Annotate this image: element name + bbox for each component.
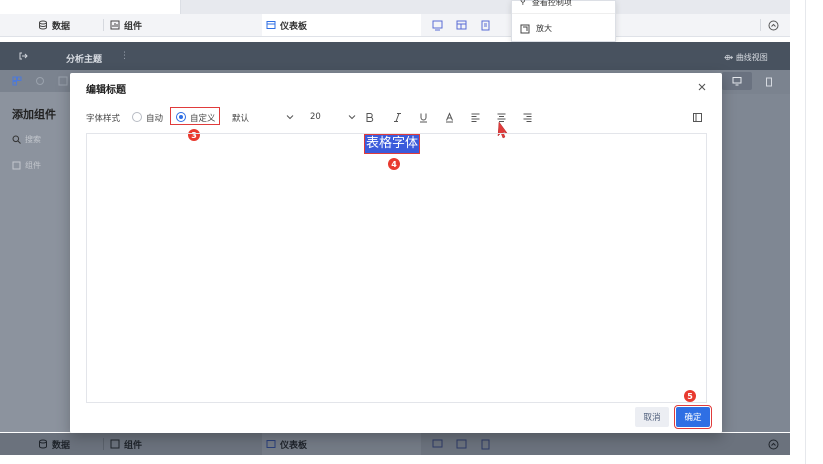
context-menu-item-zoom[interactable]: 放大	[520, 23, 552, 34]
font-style-label: 字体样式	[86, 114, 121, 124]
underline-icon[interactable]	[418, 112, 429, 123]
search-icon	[12, 135, 21, 144]
curve-view-icon: ⟴	[724, 53, 736, 62]
bottom-tab-bar: 数据 组件 仪表板	[0, 433, 790, 455]
font-size-value: 20	[310, 112, 321, 122]
tab-data[interactable]: 数据	[38, 433, 70, 455]
tab-component-label: 组件	[124, 21, 143, 32]
add-chart-icon[interactable]	[432, 439, 443, 450]
filter-icon[interactable]	[35, 76, 45, 86]
database-icon	[39, 20, 47, 30]
right-gutter	[790, 0, 805, 464]
add-chart-icon[interactable]	[432, 20, 443, 31]
dialog-title: 编辑标题	[86, 85, 126, 96]
collapse-up-icon[interactable]	[768, 20, 779, 31]
font-family-select[interactable]: 默认	[228, 109, 298, 125]
layout-panel-icon[interactable]	[692, 112, 703, 123]
step-5-marker: 5	[684, 390, 696, 402]
title-editor[interactable]	[86, 133, 707, 403]
add-report-icon[interactable]	[480, 439, 491, 450]
tab-component[interactable]: 组件	[110, 14, 142, 36]
dashboard-icon	[266, 21, 276, 29]
radio-custom[interactable]	[176, 112, 186, 122]
italic-icon[interactable]	[392, 112, 403, 123]
tab-data-label: 数据	[52, 21, 71, 32]
tab-divider	[103, 438, 104, 450]
confirm-button[interactable]: 确定	[674, 405, 712, 429]
align-left-icon[interactable]	[470, 112, 481, 123]
tab-dashboard-label: 仪表板	[280, 21, 308, 32]
dashboard-icon	[266, 440, 276, 448]
bold-icon[interactable]	[364, 112, 375, 123]
font-color-icon[interactable]	[444, 112, 455, 123]
component-icon	[110, 439, 120, 449]
radio-auto[interactable]	[132, 112, 142, 122]
title-text-selected[interactable]: 表格字体	[363, 134, 421, 154]
right-panel-strip	[720, 70, 790, 94]
close-icon[interactable]	[696, 81, 708, 93]
tab-dashboard[interactable]: 仪表板	[262, 14, 421, 36]
left-panel: 添加组件 搜索 组件	[0, 92, 70, 432]
monitor-icon	[732, 77, 742, 86]
tab-divider	[103, 19, 104, 31]
search-input[interactable]: 搜索	[12, 134, 41, 145]
component-item[interactable]: 组件	[12, 160, 41, 171]
add-table-icon[interactable]	[456, 20, 467, 31]
tab-dashboard[interactable]: 仪表板	[262, 433, 421, 455]
top-white-panel	[0, 0, 181, 15]
edit-title-dialog: 编辑标题 字体样式 自动 自定义 3 默认 20 表格字体 4 取消 确定 5	[70, 73, 722, 433]
component-icon	[12, 161, 21, 170]
context-menu: ⚲ 查看控制项 放大	[511, 0, 616, 42]
mobile-icon[interactable]	[764, 77, 774, 87]
step-4-marker: 4	[388, 158, 400, 170]
radio-auto-label[interactable]: 自动	[146, 112, 163, 124]
radio-custom-label[interactable]: 自定义	[190, 112, 216, 124]
exit-icon[interactable]	[18, 51, 28, 61]
cancel-button[interactable]: 取消	[635, 407, 669, 427]
panel-title: 添加组件	[12, 108, 56, 121]
menu-divider	[512, 13, 615, 14]
component-icon	[110, 20, 120, 30]
table-icon[interactable]	[58, 76, 68, 86]
tab-component[interactable]: 组件	[110, 433, 142, 455]
pin-icon: ⚲	[520, 0, 526, 6]
font-family-value: 默认	[232, 114, 250, 124]
collapse-up-icon[interactable]	[768, 439, 779, 450]
font-size-select[interactable]: 20	[306, 109, 366, 125]
curve-view-button[interactable]: ⟴ 曲线视图	[724, 52, 768, 63]
database-icon	[39, 439, 47, 449]
tab-data[interactable]: 数据	[38, 14, 70, 36]
dashboard-toolbar: 分析主题 ⋮ ⟴ 曲线视图	[0, 42, 790, 70]
left-icon-row	[0, 70, 70, 92]
context-menu-item-controls[interactable]: ⚲ 查看控制项	[520, 0, 572, 8]
analysis-topic[interactable]: 分析主题	[66, 52, 102, 65]
right-divider	[805, 0, 806, 464]
desktop-view-button[interactable]	[722, 72, 752, 90]
more-icon[interactable]: ⋮	[120, 51, 129, 61]
grid-icon[interactable]	[12, 76, 22, 86]
zoom-icon	[520, 24, 530, 33]
top-tab-bar: 数据 组件 仪表板	[0, 14, 790, 37]
chevron-down-icon	[348, 115, 356, 120]
tab-divider	[760, 19, 761, 31]
add-table-icon[interactable]	[456, 439, 467, 450]
chevron-down-icon	[286, 115, 294, 120]
align-right-icon[interactable]	[522, 112, 533, 123]
add-report-icon[interactable]	[480, 20, 491, 31]
